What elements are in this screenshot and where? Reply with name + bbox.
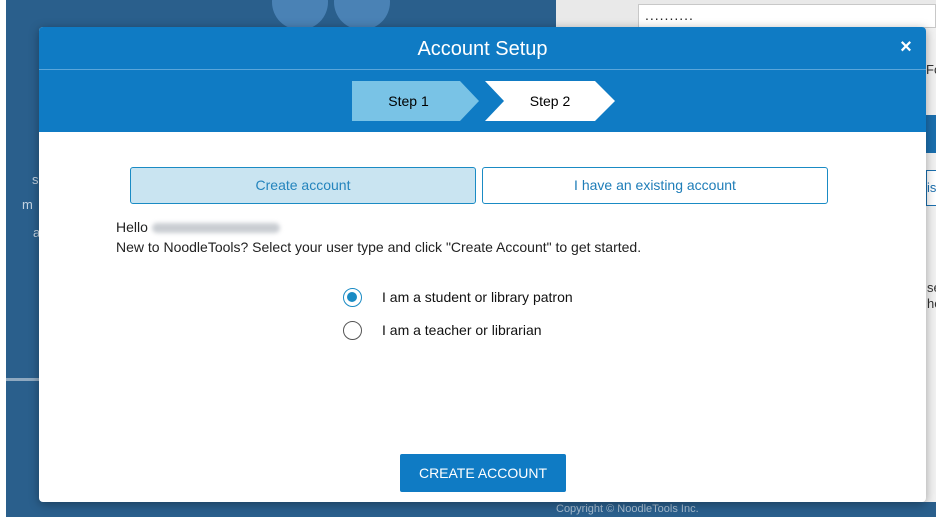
- step-2: Step 2: [485, 81, 615, 121]
- radio-student[interactable]: [343, 287, 362, 307]
- radio-student-label[interactable]: I am a student or library patron: [382, 289, 573, 305]
- create-account-button[interactable]: CREATE ACCOUNT: [400, 454, 566, 492]
- user-type-student-option[interactable]: I am a student or library patron: [343, 286, 573, 308]
- redacted-email: [151, 223, 280, 234]
- greeting: Hello: [116, 219, 280, 235]
- background-button-fragment: [926, 115, 936, 153]
- step-1: Step 1: [352, 81, 479, 121]
- account-tabs: Create account I have an existing accoun…: [130, 167, 828, 204]
- background-text-fragment: m: [22, 197, 33, 212]
- modal-title: Account Setup: [417, 38, 548, 60]
- background-footer: [6, 502, 936, 517]
- tab-create-account[interactable]: Create account: [130, 167, 476, 204]
- background-text-fragment: he: [927, 296, 936, 311]
- background-text-fragment: is: [927, 180, 936, 195]
- modal-header: Account Setup × Step 1 Step 2: [39, 27, 926, 132]
- step-indicator: Step 1 Step 2: [352, 81, 622, 121]
- header-divider: [39, 69, 926, 70]
- copyright-text: Copyright © NoodleTools Inc.: [556, 503, 699, 515]
- user-type-teacher-option[interactable]: I am a teacher or librarian: [343, 319, 542, 341]
- background-password-field[interactable]: ..........: [638, 4, 936, 28]
- radio-teacher-label[interactable]: I am a teacher or librarian: [382, 322, 542, 338]
- background-text-fragment: s: [32, 172, 39, 187]
- close-icon[interactable]: ×: [897, 37, 915, 57]
- greeting-text: Hello: [116, 219, 148, 235]
- background-text-fragment: se: [927, 280, 936, 295]
- tab-existing-account[interactable]: I have an existing account: [482, 167, 828, 204]
- intro-text: New to NoodleTools? Select your user typ…: [116, 239, 642, 255]
- radio-teacher[interactable]: [343, 320, 362, 340]
- account-setup-modal: Account Setup × Step 1 Step 2 Create acc…: [39, 27, 926, 502]
- background-text-fragment: Fo: [926, 62, 936, 77]
